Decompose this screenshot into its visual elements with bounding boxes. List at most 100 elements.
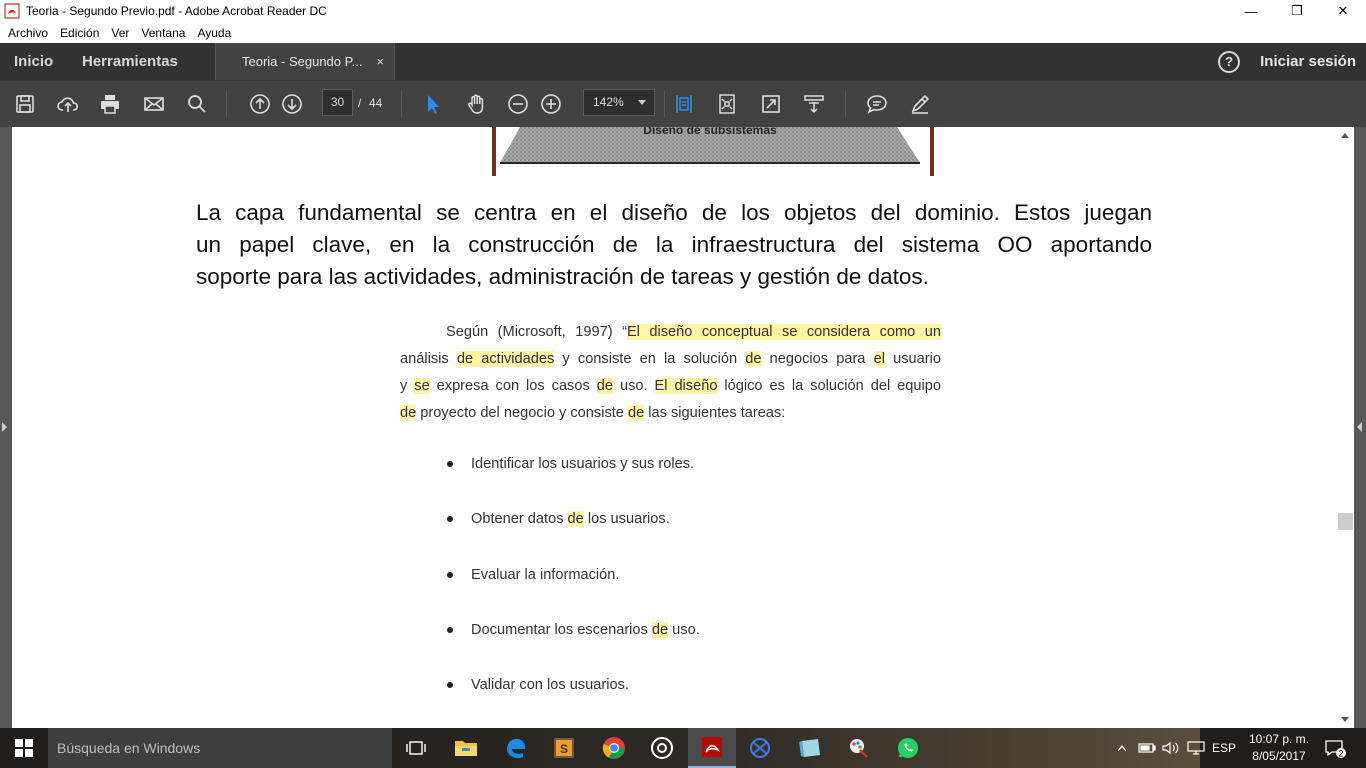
menu-ayuda[interactable]: Ayuda xyxy=(193,26,235,40)
task-view-icon[interactable] xyxy=(392,728,440,768)
zoom-out-icon[interactable] xyxy=(505,91,531,117)
select-cursor-icon[interactable] xyxy=(420,91,446,117)
battery-icon[interactable] xyxy=(1137,728,1157,768)
svg-text:S: S xyxy=(560,742,568,756)
help-icon[interactable]: ? xyxy=(1218,50,1241,73)
highlight-pen-icon[interactable] xyxy=(907,91,933,117)
network-app-icon[interactable] xyxy=(736,728,784,768)
windows-logo-icon xyxy=(15,739,33,757)
language-indicator[interactable]: ESP xyxy=(1210,728,1238,768)
scroll-up-icon[interactable] xyxy=(1341,133,1349,138)
highlight: de actividades xyxy=(456,351,555,367)
upload-cloud-icon[interactable] xyxy=(55,91,81,117)
paint-app-icon[interactable] xyxy=(834,728,882,768)
chrome-icon[interactable] xyxy=(590,728,638,768)
zoom-select[interactable]: 142% xyxy=(583,89,655,116)
list-item: Documentar los escenarios de uso. xyxy=(445,620,945,675)
maximize-button[interactable]: ❐ xyxy=(1274,0,1320,22)
list-item: Validar con los usuarios. xyxy=(445,675,945,728)
chevron-down-icon xyxy=(638,100,646,105)
vertical-scrollbar[interactable] xyxy=(1337,127,1354,728)
save-icon[interactable] xyxy=(12,91,38,117)
bullet-icon xyxy=(447,461,453,467)
highlight: de xyxy=(745,351,762,367)
notification-count: 2 xyxy=(1338,749,1343,759)
menu-edicion[interactable]: Edición xyxy=(56,26,103,40)
menu-archivo[interactable]: Archivo xyxy=(4,26,52,40)
highlight: de xyxy=(596,378,613,394)
document-viewer: Diseño de subsistemas La capa fundamenta… xyxy=(0,127,1366,728)
window-title: Teoria - Segundo Previo.pdf - Adobe Acro… xyxy=(26,4,327,18)
page-separator: / xyxy=(358,96,362,110)
title-bar: Teoria - Segundo Previo.pdf - Adobe Acro… xyxy=(0,0,1366,22)
tab-home[interactable]: Inicio xyxy=(14,43,53,80)
notification-center-icon[interactable]: 2 xyxy=(1320,728,1350,768)
tab-document-label: Teoria - Segundo P... xyxy=(242,54,363,69)
clock-time: 10:07 p. m. xyxy=(1248,732,1310,746)
start-button[interactable] xyxy=(0,728,48,768)
print-icon[interactable] xyxy=(97,91,123,117)
windows-search-input[interactable]: Búsqueda en Windows xyxy=(48,728,392,768)
toolbar xyxy=(0,80,1366,127)
pdf-page: Diseño de subsistemas La capa fundamenta… xyxy=(12,127,1337,728)
bullet-icon xyxy=(447,571,453,578)
tab-document[interactable]: Teoria - Segundo P... × xyxy=(215,43,395,80)
body-paragraph: La capa fundamental se centra en el dise… xyxy=(196,197,1152,293)
hand-tool-icon[interactable] xyxy=(463,91,489,117)
network-icon[interactable] xyxy=(1185,728,1207,768)
sublime-icon[interactable]: S xyxy=(540,728,588,768)
highlight: se xyxy=(414,378,430,394)
read-mode-icon[interactable] xyxy=(801,91,827,117)
scrollbar-thumb[interactable] xyxy=(1338,513,1353,530)
highlight: de xyxy=(400,405,417,421)
page-number-input[interactable]: 30 xyxy=(322,89,353,116)
show-hidden-icons-chevron-up-icon[interactable] xyxy=(1113,728,1131,768)
scan-line-1: Según (Microsoft, 1997) “El diseño conce… xyxy=(446,324,941,340)
obs-icon[interactable] xyxy=(638,728,686,768)
list-item: Evaluar la información. xyxy=(445,565,945,620)
clock[interactable]: 10:07 p. m. 8/05/2017 xyxy=(1244,731,1314,765)
expand-icon[interactable] xyxy=(758,91,784,117)
edge-icon[interactable] xyxy=(492,728,540,768)
volume-icon[interactable] xyxy=(1160,728,1182,768)
acrobat-icon[interactable] xyxy=(688,728,736,768)
minimize-button[interactable]: — xyxy=(1228,0,1274,22)
menu-bar: Archivo Edición Ver Ventana Ayuda xyxy=(0,22,1366,43)
bullet-list: Identificar los usuarios y sus roles. Ob… xyxy=(445,454,945,728)
full-screen-icon[interactable] xyxy=(714,91,740,117)
list-item: Obtener datos de los usuarios. xyxy=(445,509,945,564)
highlight: de xyxy=(627,405,645,421)
tab-close-icon[interactable]: × xyxy=(376,43,384,80)
menu-ventana[interactable]: Ventana xyxy=(137,26,189,40)
storage-app-icon[interactable] xyxy=(786,728,834,768)
acrobat-app-icon xyxy=(4,3,20,19)
right-pane-toggle-icon[interactable] xyxy=(1357,422,1362,432)
comment-icon[interactable] xyxy=(864,91,890,117)
figure-diagram-image: Diseño de subsistemas xyxy=(492,127,934,176)
mail-icon[interactable] xyxy=(141,91,167,117)
whatsapp-icon[interactable] xyxy=(884,728,932,768)
page-total: 44 xyxy=(369,96,383,110)
body-line-2: un papel clave, en la construcción de la… xyxy=(196,232,1152,257)
tab-tools[interactable]: Herramientas xyxy=(82,43,178,80)
page-up-icon[interactable] xyxy=(247,91,273,117)
scroll-down-icon[interactable] xyxy=(1341,717,1349,722)
fit-page-icon[interactable] xyxy=(671,91,697,117)
figure-caption: Diseño de subsistemas xyxy=(643,127,777,137)
clock-date: 8/05/2017 xyxy=(1252,749,1306,763)
file-explorer-icon[interactable] xyxy=(442,728,490,768)
highlight: de xyxy=(567,511,584,528)
close-button[interactable]: ✕ xyxy=(1320,0,1366,22)
highlight: El diseño conceptual se considera como u… xyxy=(626,324,941,340)
search-icon[interactable] xyxy=(184,91,210,117)
scan-line-2: análisis de actividades y consiste en la… xyxy=(400,351,941,367)
highlight: de xyxy=(651,621,669,638)
zoom-in-icon[interactable] xyxy=(538,91,564,117)
body-line-1: La capa fundamental se centra en el dise… xyxy=(196,200,1152,225)
bullet-icon xyxy=(447,516,453,523)
bullet-icon xyxy=(447,626,453,633)
page-down-icon[interactable] xyxy=(279,91,305,117)
signin-button[interactable]: Iniciar sesión xyxy=(1260,53,1356,70)
menu-ver[interactable]: Ver xyxy=(107,26,133,40)
left-pane-toggle-icon[interactable] xyxy=(2,422,7,432)
